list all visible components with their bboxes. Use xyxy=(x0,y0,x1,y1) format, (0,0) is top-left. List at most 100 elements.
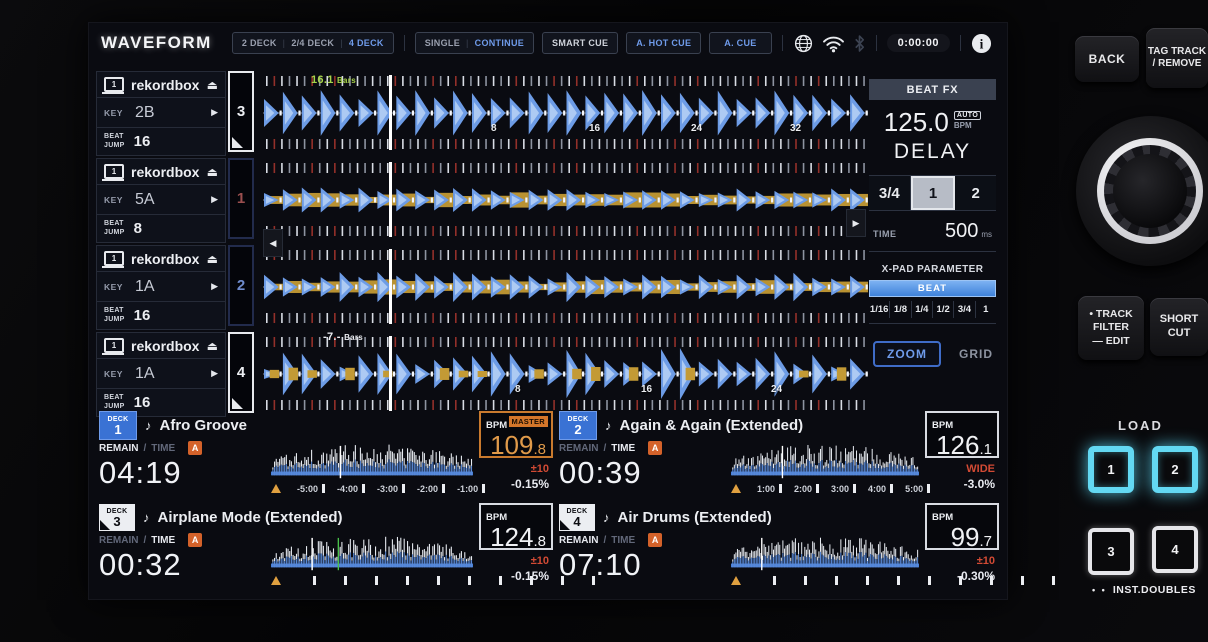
shortcut-button[interactable]: SHORTCUT xyxy=(1150,298,1208,356)
zoom-button[interactable]: ZOOM xyxy=(873,341,941,367)
source-row[interactable]: 1 rekordbox ⏏ xyxy=(96,332,226,359)
track-overview-waveform[interactable]: 1:002:003:004:005:00 xyxy=(731,441,919,495)
load-deck-2-button[interactable]: 2 xyxy=(1152,446,1198,493)
fraction-3-4[interactable]: 3/4 xyxy=(953,301,974,318)
deck-number-box-1[interactable]: 1 xyxy=(228,158,254,239)
deck-mode-24deck[interactable]: 2/4 DECK xyxy=(291,38,334,48)
deck-number-box-2[interactable]: 2 xyxy=(228,245,254,326)
fraction-1-2[interactable]: 1/2 xyxy=(932,301,953,318)
eject-icon[interactable]: ⏏ xyxy=(207,340,218,352)
track-title: Airplane Mode (Extended) xyxy=(158,509,343,526)
deck-mode-4deck[interactable]: 4 DECK xyxy=(349,38,384,48)
eject-icon[interactable]: ⏏ xyxy=(207,166,218,178)
track-title: Again & Again (Extended) xyxy=(620,417,804,434)
chevron-right-icon[interactable]: ▶ xyxy=(211,281,218,292)
fraction-1[interactable]: 1 xyxy=(975,301,996,318)
key-row[interactable]: KEY 2B ▶ xyxy=(96,98,226,128)
laptop-icon: 1 xyxy=(104,77,124,92)
deck-number-box-4[interactable]: 4 xyxy=(228,332,254,413)
smart-cue-button[interactable]: SMART CUE xyxy=(542,32,618,54)
globe-icon[interactable] xyxy=(793,33,814,54)
x-pad-beat-bar[interactable]: BEAT xyxy=(869,280,996,297)
separator: | xyxy=(283,38,286,48)
load-deck-3-button[interactable]: 3 xyxy=(1088,528,1134,575)
track-overview-waveform[interactable]: -5:00-4:00-3:00-2:00-1:00 xyxy=(271,441,473,495)
x-pad-header: X-PAD PARAMETER xyxy=(869,261,996,280)
beat-jump-row[interactable]: BEATJUMP 8 xyxy=(96,215,226,243)
fx-time-unit: ms xyxy=(981,230,992,239)
source-row[interactable]: 1 rekordbox ⏏ xyxy=(96,71,226,98)
auto-cue-badge: A xyxy=(188,533,202,547)
x-pad-fractions: 1/16 1/8 1/4 1/2 3/4 1 xyxy=(869,301,996,324)
rotary-selector-knob[interactable] xyxy=(1076,116,1208,266)
source-row[interactable]: 1 rekordbox ⏏ xyxy=(96,245,226,272)
track-filter-edit-button[interactable]: • TRACKFILTER— EDIT xyxy=(1078,296,1144,360)
scroll-right-button[interactable]: ▶ xyxy=(846,209,866,237)
laptop-icon: 1 xyxy=(104,338,124,353)
chevron-right-icon[interactable]: ▶ xyxy=(211,194,218,205)
waveform-row-deck3: 1 rekordbox ⏏ KEY 2B ▶ BEATJUMP 16 3 16.… xyxy=(96,69,871,156)
master-badge: MASTER xyxy=(509,416,548,427)
deck-number-box-3[interactable]: 3 xyxy=(228,71,254,152)
tag-track-remove-button[interactable]: TAG TRACK/ REMOVE xyxy=(1146,28,1208,88)
track-title: Air Drums (Extended) xyxy=(618,509,772,526)
back-button[interactable]: BACK xyxy=(1075,36,1139,82)
key-row[interactable]: KEY 1A ▶ xyxy=(96,359,226,389)
separator: | xyxy=(340,38,343,48)
bpm-box: BPM 99.7 xyxy=(925,503,999,550)
chevron-right-icon[interactable]: ▶ xyxy=(211,368,218,379)
time-mode-row[interactable]: REMAIN/TIME A xyxy=(99,441,271,455)
play-mode-continue[interactable]: CONTINUE xyxy=(475,38,524,48)
fx-beat-1[interactable]: 1 xyxy=(911,176,956,210)
bluetooth-icon[interactable] xyxy=(853,34,866,53)
beat-jump-row[interactable]: BEATJUMP 16 xyxy=(96,128,226,156)
laptop-icon: 1 xyxy=(104,251,124,266)
time-markers: 1:002:003:004:005:00 xyxy=(731,482,919,495)
scroll-left-button[interactable]: ◀ xyxy=(263,229,283,257)
auto-hot-cue-button[interactable]: A. HOT CUE xyxy=(626,32,701,54)
waveform-row-deck1: 1 rekordbox ⏏ KEY 5A ▶ BEATJUMP 8 1 xyxy=(96,156,871,243)
fx-beat-3-4[interactable]: 3/4 xyxy=(869,176,911,210)
eject-icon[interactable]: ⏏ xyxy=(207,79,218,91)
time-markers: -5:00-4:00-3:00-2:00-1:00 xyxy=(271,482,473,495)
beat-jump-label: BEAT xyxy=(104,133,125,141)
waveform-display-deck2[interactable] xyxy=(263,243,868,330)
key-row[interactable]: KEY 1A ▶ xyxy=(96,272,226,302)
time-display: 07:10 xyxy=(559,547,731,583)
time-mode-row[interactable]: REMAIN/TIME A xyxy=(99,533,271,547)
deck-mode-2deck[interactable]: 2 DECK xyxy=(242,38,277,48)
laptop-icon: 1 xyxy=(104,164,124,179)
waveform-display-deck1[interactable] xyxy=(263,156,868,243)
fraction-1-4[interactable]: 1/4 xyxy=(911,301,932,318)
time-mode-row[interactable]: REMAIN/TIME A xyxy=(559,533,731,547)
auto-cue-button[interactable]: A. CUE xyxy=(709,32,771,54)
load-deck-4-button[interactable]: 4 xyxy=(1152,526,1198,573)
waveform-display-deck3[interactable]: 16.1 Bars 8 16 24 32 xyxy=(263,69,868,156)
track-overview-waveform[interactable] xyxy=(271,533,473,587)
track-overview-waveform[interactable] xyxy=(731,533,919,587)
tempo-value: -3.0% xyxy=(925,477,995,491)
info-icon[interactable]: i xyxy=(971,33,992,54)
source-row[interactable]: 1 rekordbox ⏏ xyxy=(96,158,226,185)
touchscreen: WAVEFORM 2 DECK | 2/4 DECK | 4 DECK SING… xyxy=(88,22,1008,600)
beat-jump-label: BEAT xyxy=(104,220,125,228)
deck-mode-switch[interactable]: 2 DECK | 2/4 DECK | 4 DECK xyxy=(232,32,394,54)
load-label: LOAD xyxy=(1118,418,1163,433)
chevron-right-icon[interactable]: ▶ xyxy=(211,107,218,118)
eject-icon[interactable]: ⏏ xyxy=(207,253,218,265)
fx-beat-2[interactable]: 2 xyxy=(955,176,996,210)
beat-jump-value: 16 xyxy=(134,133,151,150)
grid-button[interactable]: GRID xyxy=(959,347,993,361)
fraction-1-16[interactable]: 1/16 xyxy=(869,301,889,318)
play-mode-single[interactable]: SINGLE xyxy=(425,38,460,48)
wifi-icon[interactable] xyxy=(822,34,845,53)
key-row[interactable]: KEY 5A ▶ xyxy=(96,185,226,215)
load-deck-1-button[interactable]: 1 xyxy=(1088,446,1134,493)
source-label: rekordbox xyxy=(131,77,199,93)
time-mode-row[interactable]: REMAIN/TIME A xyxy=(559,441,731,455)
beat-number: 16 xyxy=(589,123,600,134)
beat-jump-row[interactable]: BEATJUMP 16 xyxy=(96,302,226,330)
waveform-display-deck4[interactable]: -7.- Bars 8 16 24 xyxy=(263,330,868,417)
play-mode-switch[interactable]: SINGLE | CONTINUE xyxy=(415,32,534,54)
fraction-1-8[interactable]: 1/8 xyxy=(889,301,910,318)
